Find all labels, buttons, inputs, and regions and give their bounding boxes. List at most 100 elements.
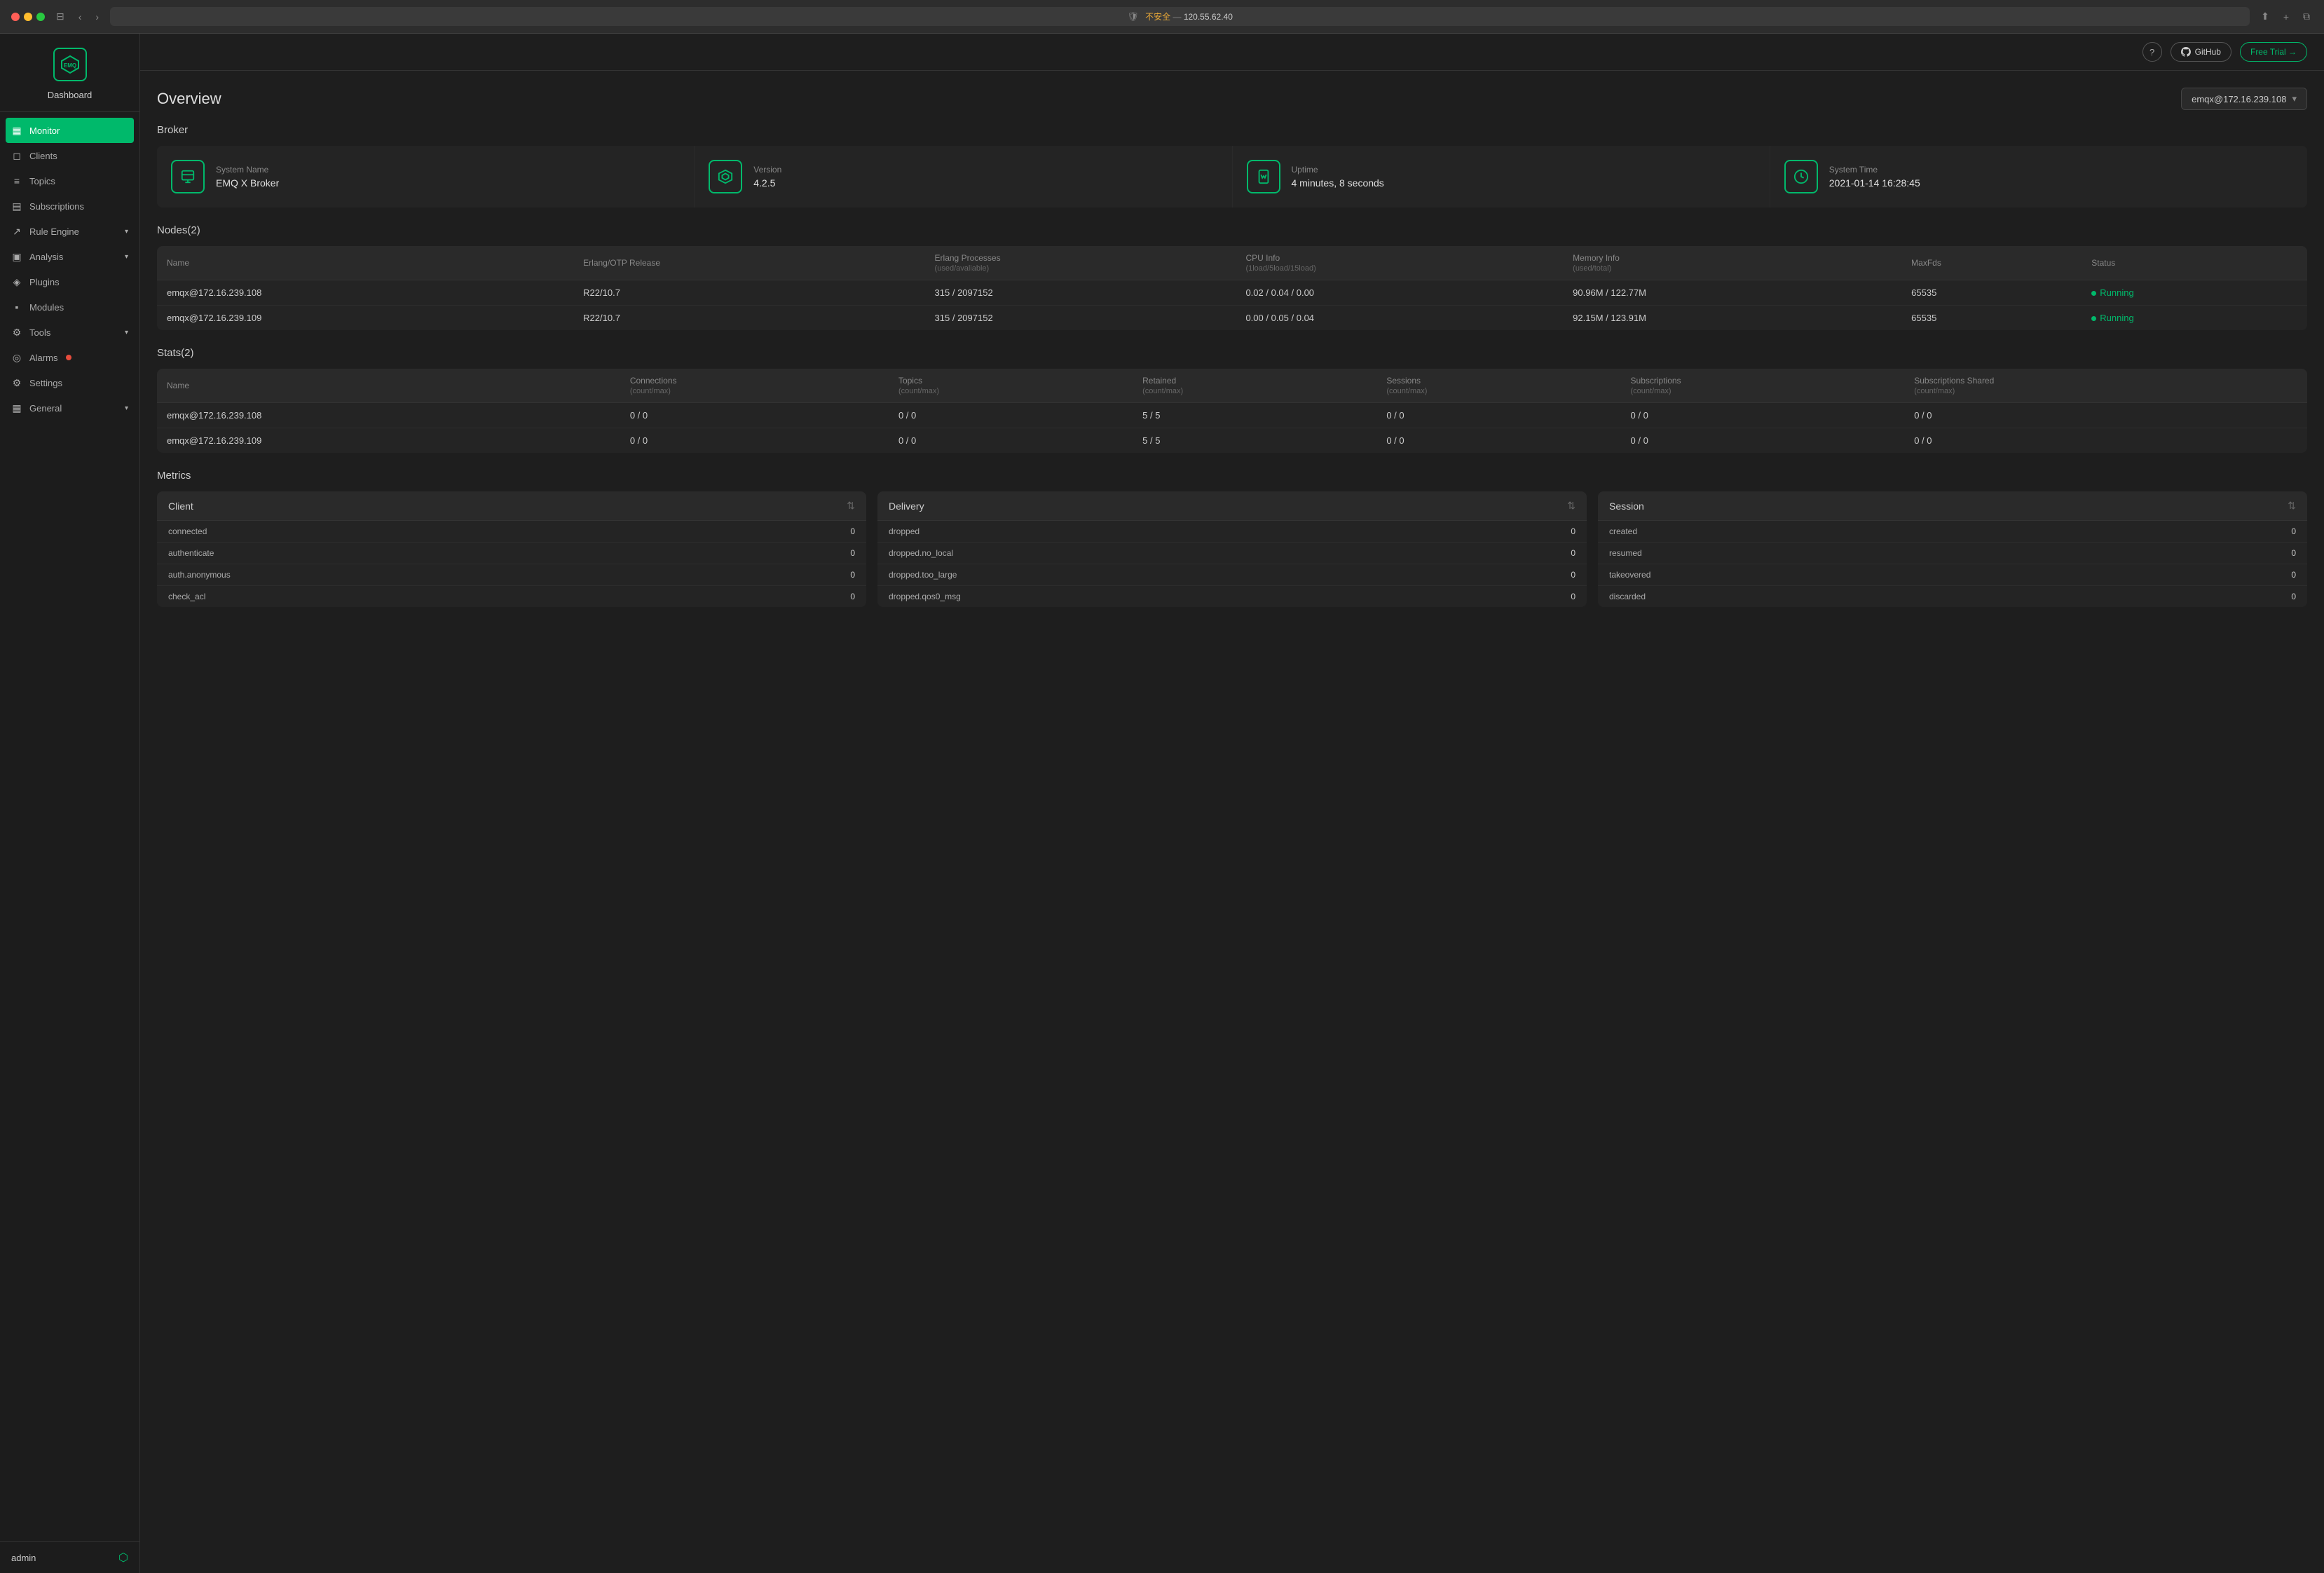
- sidebar-item-plugins[interactable]: ◈ Plugins: [0, 269, 139, 294]
- help-button[interactable]: ?: [2142, 42, 2162, 62]
- tabs-button[interactable]: ⧉: [2300, 9, 2313, 24]
- modules-icon: ▪: [11, 301, 22, 313]
- stat-subscriptions-shared: 0 / 0: [1904, 403, 2307, 428]
- nodes-col-memory: Memory Info(used/total): [1563, 246, 1901, 280]
- sidebar-item-label: Plugins: [29, 277, 60, 287]
- stat-name: emqx@172.16.239.109: [157, 428, 620, 454]
- broker-section: Broker System Name EMQ X Broker: [157, 124, 2307, 207]
- nodes-section: Nodes(2) Name Erlang/OTP Release Erlang …: [157, 224, 2307, 330]
- sidebar-item-label: Alarms: [29, 353, 57, 363]
- stat-topics: 0 / 0: [889, 403, 1133, 428]
- maximize-button[interactable]: [36, 13, 45, 21]
- sidebar-logo: EMQ Dashboard: [0, 34, 139, 112]
- github-button[interactable]: GitHub: [2171, 42, 2231, 62]
- version-icon: [709, 160, 742, 193]
- page-title: Overview: [157, 90, 221, 108]
- system-time-icon: [1784, 160, 1818, 193]
- table-row: emqx@172.16.239.109 0 / 0 0 / 0 5 / 5 0 …: [157, 428, 2307, 454]
- metrics-row-label: auth.anonymous: [168, 570, 231, 580]
- sidebar-item-label: Settings: [29, 378, 62, 388]
- sidebar-item-monitor[interactable]: ▦ Monitor: [6, 118, 134, 143]
- nodes-col-erlang-otp: Erlang/OTP Release: [573, 246, 924, 280]
- sort-icon[interactable]: ⇅: [1567, 500, 1575, 512]
- node-cpu-info: 0.00 / 0.05 / 0.04: [1236, 306, 1563, 331]
- metrics-row: dropped.no_local 0: [877, 543, 1587, 564]
- node-erlang-otp: R22/10.7: [573, 280, 924, 306]
- broker-cards: System Name EMQ X Broker Version 4.2.5: [157, 146, 2307, 207]
- metrics-row-value: 0: [1571, 592, 1575, 601]
- share-button[interactable]: ⬆: [2258, 9, 2272, 24]
- sort-icon[interactable]: ⇅: [2288, 500, 2296, 512]
- sidebar-item-clients[interactable]: ◻ Clients: [0, 143, 139, 168]
- sidebar-item-modules[interactable]: ▪ Modules: [0, 294, 139, 320]
- sidebar-item-label: General: [29, 403, 62, 414]
- node-erlang-proc: 315 / 2097152: [925, 306, 1236, 331]
- nodes-col-name: Name: [157, 246, 573, 280]
- metrics-row: discarded 0: [1598, 586, 2307, 607]
- version-label: Version: [753, 165, 781, 175]
- sidebar-item-label: Monitor: [29, 125, 60, 136]
- metrics-row: auth.anonymous 0: [157, 564, 866, 586]
- sidebar-item-label: Analysis: [29, 252, 63, 262]
- sidebar-item-topics[interactable]: ≡ Topics: [0, 168, 139, 193]
- metrics-row: dropped 0: [877, 521, 1587, 543]
- table-row: emqx@172.16.239.108 R22/10.7 315 / 20971…: [157, 280, 2307, 306]
- node-maxfds: 65535: [1901, 280, 2082, 306]
- sidebar-toggle-button[interactable]: ⊟: [53, 9, 67, 24]
- sidebar-item-general[interactable]: ▦ General ▾: [0, 395, 139, 421]
- dashboard-label: Dashboard: [48, 90, 93, 100]
- metrics-card-client: Client ⇅ connected 0 authenticate 0 auth…: [157, 491, 866, 607]
- minimize-button[interactable]: [24, 13, 32, 21]
- forward-button[interactable]: ›: [93, 10, 102, 24]
- sidebar-item-analysis[interactable]: ▣ Analysis ▾: [0, 244, 139, 269]
- metrics-row-value: 0: [850, 548, 855, 558]
- sort-icon[interactable]: ⇅: [847, 500, 855, 512]
- traffic-lights: [11, 13, 45, 21]
- sidebar: EMQ Dashboard ▦ Monitor ◻ Clients ≡ Topi…: [0, 34, 140, 1573]
- sidebar-item-rule-engine[interactable]: ↗ Rule Engine ▾: [0, 219, 139, 244]
- sidebar-item-label: Modules: [29, 302, 64, 313]
- metrics-row-label: check_acl: [168, 592, 205, 601]
- uptime-icon: [1247, 160, 1280, 193]
- metrics-row-label: takeovered: [1609, 570, 1650, 580]
- address-domain: 120.55.62.40: [1184, 12, 1233, 22]
- system-time-value: 2021-01-14 16:28:45: [1829, 177, 1920, 189]
- sidebar-item-settings[interactable]: ⚙ Settings: [0, 370, 139, 395]
- stat-topics: 0 / 0: [889, 428, 1133, 454]
- stat-connections: 0 / 0: [620, 403, 889, 428]
- broker-card-system-time: System Time 2021-01-14 16:28:45: [1770, 146, 2307, 207]
- app-container: EMQ Dashboard ▦ Monitor ◻ Clients ≡ Topi…: [0, 34, 2324, 1573]
- emq-logo-icon: EMQ: [53, 48, 87, 81]
- address-bar[interactable]: 🛡 不安全 — 120.55.62.40: [110, 7, 2250, 26]
- metrics-row-label: dropped: [889, 526, 920, 536]
- node-selector[interactable]: emqx@172.16.239.108 ▾: [2181, 88, 2307, 110]
- logout-button[interactable]: ⬡: [118, 1551, 128, 1565]
- sidebar-item-subscriptions[interactable]: ▤ Subscriptions: [0, 193, 139, 219]
- nodes-col-cpu: CPU Info(1load/5load/15load): [1236, 246, 1563, 280]
- stats-section: Stats(2) Name Connections(count/max) Top…: [157, 347, 2307, 453]
- stats-col-name: Name: [157, 369, 620, 403]
- topics-icon: ≡: [11, 175, 22, 186]
- nodes-table: Name Erlang/OTP Release Erlang Processes…: [157, 246, 2307, 330]
- sidebar-item-tools[interactable]: ⚙ Tools ▾: [0, 320, 139, 345]
- topbar: ? GitHub Free Trial →: [140, 34, 2324, 71]
- settings-icon: ⚙: [11, 377, 22, 388]
- stats-col-sessions: Sessions(count/max): [1376, 369, 1620, 403]
- monitor-icon: ▦: [11, 125, 22, 136]
- back-button[interactable]: ‹: [76, 10, 85, 24]
- stat-subscriptions: 0 / 0: [1621, 403, 1905, 428]
- sidebar-item-alarms[interactable]: ◎ Alarms: [0, 345, 139, 370]
- new-tab-button[interactable]: +: [2281, 10, 2292, 24]
- metrics-row-label: dropped.too_large: [889, 570, 957, 580]
- subscriptions-icon: ▤: [11, 200, 22, 212]
- broker-section-title: Broker: [157, 124, 2307, 136]
- close-button[interactable]: [11, 13, 20, 21]
- node-memory-info: 90.96M / 122.77M: [1563, 280, 1901, 306]
- node-status: Running: [2082, 280, 2307, 306]
- free-trial-button[interactable]: Free Trial →: [2240, 42, 2307, 62]
- nodes-col-erlang-proc: Erlang Processes(used/avaliable): [925, 246, 1236, 280]
- node-name: emqx@172.16.239.109: [157, 306, 573, 331]
- sidebar-item-label: Clients: [29, 151, 57, 161]
- stats-col-subscriptions-shared: Subscriptions Shared(count/max): [1904, 369, 2307, 403]
- metrics-row: resumed 0: [1598, 543, 2307, 564]
